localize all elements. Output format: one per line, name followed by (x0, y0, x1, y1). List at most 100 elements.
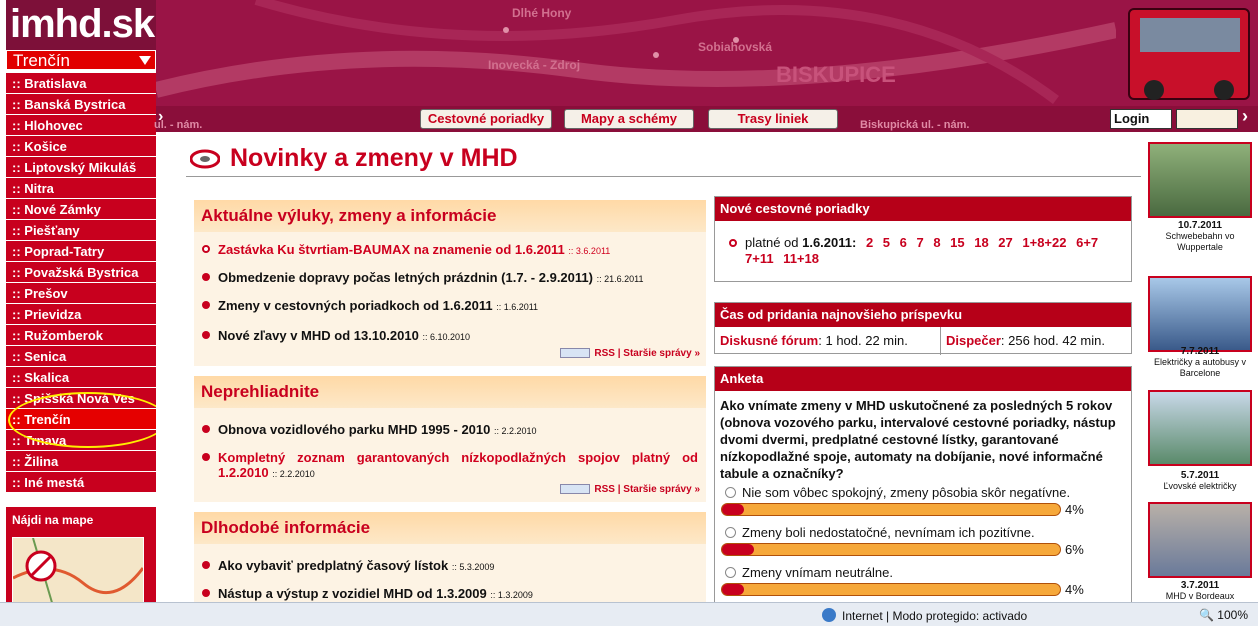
valid-from-date: 1.6.2011: (802, 235, 857, 250)
photo-title: Schwebebahn vo Wuppertale (1165, 231, 1235, 252)
title-divider (186, 176, 1141, 177)
city-link[interactable]: :: Prešov (6, 283, 156, 304)
photo-caption: 3.7.2011 MHD v Bordeaux (1146, 580, 1254, 602)
box-title: Čas od pridania najnovšieho príspevku (715, 303, 1131, 327)
schedule-lines: platné od 1.6.2011: 2 5 6 7 8 15 18 27 1… (729, 235, 1129, 267)
city-link[interactable]: :: Prievidza (6, 304, 156, 325)
dispatcher-link[interactable]: Dispečer (946, 333, 1001, 348)
city-link[interactable]: :: Piešťany (6, 220, 156, 241)
globe-icon (822, 608, 836, 622)
news-item-text: Obnova vozidlového parku MHD 1995 - 2010 (218, 422, 491, 437)
box-title: Nové cestovné poriadky (715, 197, 1131, 221)
rss-link[interactable]: RSS (594, 348, 615, 359)
radio-button[interactable] (725, 487, 736, 498)
photo-title: Ľvovské električky (1163, 481, 1237, 491)
dispatcher-time: : 256 hod. 42 min. (1000, 333, 1105, 348)
dispatcher-cell: Dispečer: 256 hod. 42 min. (941, 327, 1131, 355)
news-item[interactable]: Zmeny v cestovných poriadkoch od 1.6.201… (202, 298, 538, 313)
city-link[interactable]: :: Ružomberok (6, 325, 156, 346)
page-title: Novinky a zmeny v MHD (230, 144, 518, 172)
photo-thumbnail[interactable] (1148, 276, 1252, 352)
news-item[interactable]: Nové zľavy v MHD od 13.10.2010 :: 6.10.2… (202, 328, 470, 343)
city-link[interactable]: :: Poprad-Tatry (6, 241, 156, 262)
login-label: Login (1110, 109, 1172, 129)
photo-thumbnail[interactable] (1148, 502, 1252, 578)
last-post-box: Čas od pridania najnovšieho príspevku Di… (714, 302, 1132, 355)
schedules-button[interactable]: Cestovné poriadky (420, 109, 552, 129)
news-item-text: Ako vybaviť predplatný časový lístok (218, 558, 449, 573)
valid-from-label: platné od (745, 235, 803, 250)
poll-result-percent: 4% (1065, 502, 1084, 517)
highlight-circle (8, 392, 168, 448)
city-link[interactable]: :: Iné mestá (6, 472, 156, 493)
city-link[interactable]: :: Hlohovec (6, 115, 156, 136)
poll-result-fill (722, 584, 744, 595)
poll-box: Anketa Ako vnímate zmeny v MHD uskutočne… (714, 366, 1132, 604)
photo-date: 7.7.2011 (1180, 346, 1220, 357)
map-thumbnail[interactable] (12, 537, 145, 607)
main-content: Novinky a zmeny v MHD Aktuálne výluky, z… (156, 132, 1146, 604)
separator: | (617, 348, 621, 359)
chevron-right-icon[interactable]: › (1242, 106, 1248, 127)
poll-result-percent: 4% (1065, 582, 1084, 597)
news-item-date: :: 2.2.2010 (493, 426, 537, 436)
news-panel-highlights: Neprehliadnite Obnova vozidlového parku … (194, 376, 706, 502)
city-dropdown[interactable]: Trenčín (6, 50, 156, 70)
poll-result-fill (722, 504, 744, 515)
news-item-text: Zmeny v cestovných poriadkoch od 1.6.201… (218, 298, 493, 313)
news-item[interactable]: Kompletný zoznam garantovaných nízkopodl… (202, 450, 698, 480)
news-item[interactable]: Ako vybaviť predplatný časový lístok :: … (202, 558, 494, 573)
header-district-label: BISKUPICE (776, 62, 896, 87)
maps-button[interactable]: Mapy a schémy (564, 109, 694, 129)
city-link[interactable]: :: Košice (6, 136, 156, 157)
security-zone[interactable]: Internet | Modo protegido: activado (822, 608, 1027, 623)
city-dropdown-value: Trenčín (13, 51, 71, 70)
city-link[interactable]: :: Nové Zámky (6, 199, 156, 220)
radio-button[interactable] (725, 527, 736, 538)
photo-thumbnail[interactable] (1148, 142, 1252, 218)
header-stop-label: Sobiahovská (698, 40, 773, 54)
older-news-link[interactable]: Staršie správy » (623, 484, 700, 495)
city-link[interactable]: :: Považská Bystrica (6, 262, 156, 283)
google-feed-icon[interactable] (560, 484, 591, 495)
map-box: Nájdi na mape (6, 507, 156, 607)
separator: | (617, 484, 621, 495)
site-logo[interactable]: imhd.sk (6, 0, 156, 50)
poll-option[interactable]: Zmeny vnímam neutrálne. (725, 565, 893, 580)
radio-button[interactable] (725, 567, 736, 578)
city-link[interactable]: :: Skalica (6, 367, 156, 388)
poll-result-fill (722, 544, 755, 555)
map-icon (12, 537, 145, 607)
feed-links: RSS | Staršie správy » (560, 484, 700, 495)
nav-bar: › ul. - nám. Cestovné poriadky Mapy a sc… (154, 106, 1258, 132)
city-link[interactable]: :: Bratislava (6, 73, 156, 94)
rss-link[interactable]: RSS (594, 484, 615, 495)
news-item-text: Nástup a výstup z vozidiel MHD od 1.3.20… (218, 586, 487, 601)
photo-thumbnail[interactable] (1148, 390, 1252, 466)
login-input[interactable] (1176, 109, 1238, 129)
news-panel-current: Aktuálne výluky, zmeny a informácie Zast… (194, 200, 706, 366)
header-stop-label: Dlhé Hony (512, 6, 572, 20)
news-item[interactable]: Zastávka Ku štvrtiam-BAUMAX na znamenie … (202, 242, 610, 257)
photo-date: 5.7.2011 (1180, 470, 1220, 481)
city-link[interactable]: :: Banská Bystrica (6, 94, 156, 115)
poll-option-label: Zmeny boli nedostatočné, nevnímam ich po… (742, 525, 1035, 540)
magnifier-icon: 🔍 (1199, 608, 1214, 622)
city-link[interactable]: :: Senica (6, 346, 156, 367)
news-item[interactable]: Obmedzenie dopravy počas letných prázdni… (202, 270, 643, 285)
city-link[interactable]: :: Žilina (6, 451, 156, 472)
routes-button[interactable]: Trasy liniek (708, 109, 838, 129)
zoom-control[interactable]: 🔍 100% (1199, 608, 1248, 622)
forum-link[interactable]: Diskusné fórum (720, 333, 818, 348)
news-item[interactable]: Nástup a výstup z vozidiel MHD od 1.3.20… (202, 586, 533, 601)
city-link[interactable]: :: Liptovský Mikuláš (6, 157, 156, 178)
poll-option[interactable]: Zmeny boli nedostatočné, nevnímam ich po… (725, 525, 1035, 540)
poll-option[interactable]: Nie som vôbec spokojný, zmeny pôsobia sk… (725, 485, 1070, 500)
city-link[interactable]: :: Nitra (6, 178, 156, 199)
news-item-date: :: 2.2.2010 (272, 469, 315, 479)
news-item[interactable]: Obnova vozidlového parku MHD 1995 - 2010… (202, 422, 537, 437)
poll-result-bar (721, 503, 1061, 516)
google-feed-icon[interactable] (560, 348, 591, 359)
logo-suffix: .sk (101, 2, 156, 46)
older-news-link[interactable]: Staršie správy » (623, 348, 700, 359)
